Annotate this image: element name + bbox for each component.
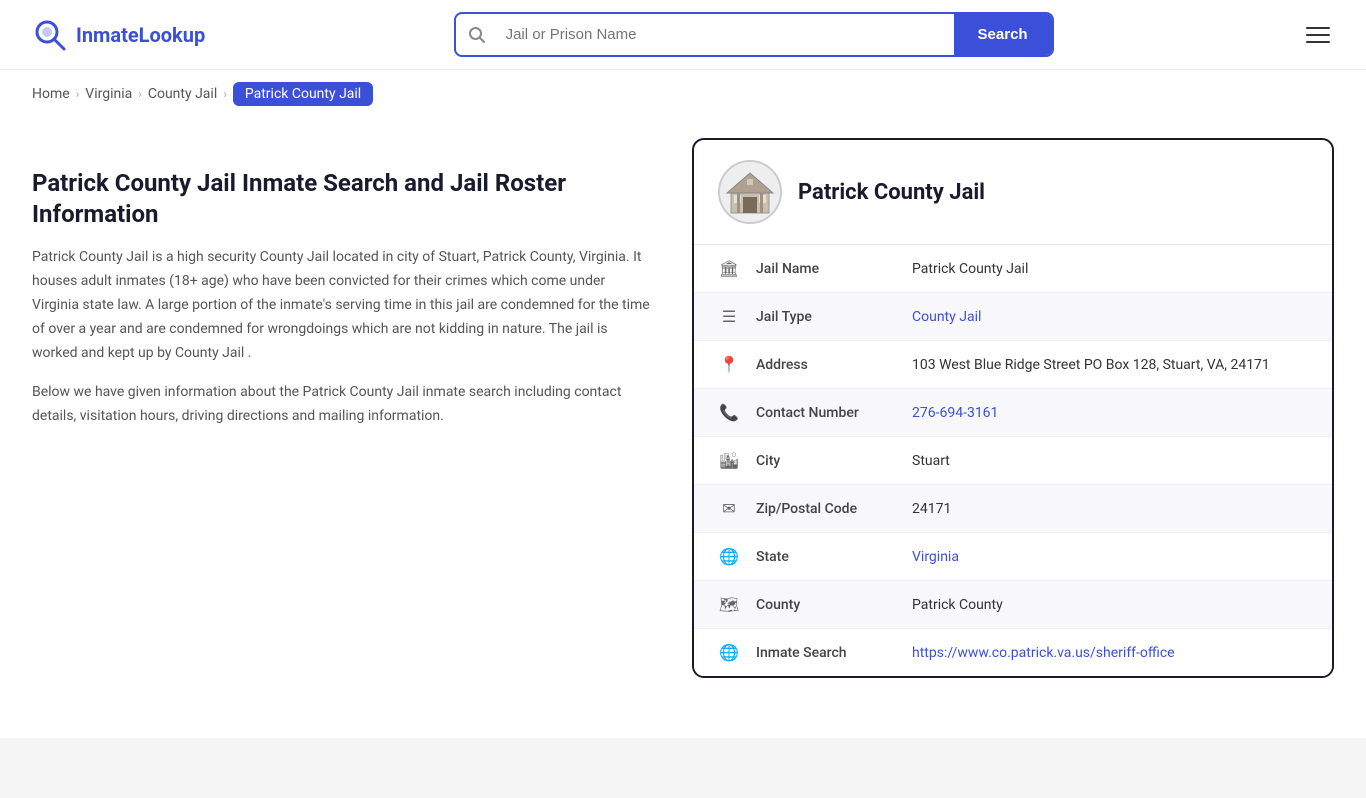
- address-label: Address: [756, 357, 896, 373]
- right-panel: Patrick County Jail 🏛 Jail Name Patrick …: [692, 138, 1334, 678]
- city-icon: 🏙: [718, 451, 740, 470]
- breadcrumb-current: Patrick County Jail: [233, 82, 373, 106]
- hamburger-line-2: [1306, 34, 1330, 36]
- search-wrapper: Search: [454, 12, 1054, 57]
- jail-type-icon: ☰: [718, 307, 740, 326]
- state-label: State: [756, 549, 896, 565]
- logo-icon: [32, 17, 68, 53]
- state-value: Virginia: [912, 549, 1308, 565]
- header: InmateLookup Search: [0, 0, 1366, 70]
- city-value: Stuart: [912, 453, 1308, 469]
- breadcrumb-sep-3: ›: [223, 87, 227, 101]
- jail-type-link[interactable]: County Jail: [912, 309, 981, 325]
- breadcrumb-home[interactable]: Home: [32, 86, 70, 102]
- address-icon: 📍: [718, 355, 740, 374]
- logo-text-lookup: Lookup: [139, 23, 206, 47]
- page-desc-1: Patrick County Jail is a high security C…: [32, 246, 652, 365]
- inmate-search-label: Inmate Search: [756, 645, 896, 661]
- logo-text-inmate: Inmate: [76, 23, 139, 47]
- phone-link[interactable]: 276-694-3161: [912, 405, 998, 421]
- info-card: Patrick County Jail 🏛 Jail Name Patrick …: [692, 138, 1334, 678]
- breadcrumb-county-jail[interactable]: County Jail: [148, 86, 217, 102]
- zip-icon: ✉: [718, 499, 740, 518]
- jail-name-value: Patrick County Jail: [912, 261, 1308, 277]
- header-search-area: Search: [454, 12, 1054, 57]
- county-label: County: [756, 597, 896, 613]
- building-icon: [723, 165, 777, 219]
- info-row-jail-type: ☰ Jail Type County Jail: [694, 293, 1332, 341]
- hamburger-line-1: [1306, 27, 1330, 29]
- breadcrumb: Home › Virginia › County Jail › Patrick …: [0, 70, 1366, 118]
- jail-name-label: Jail Name: [756, 261, 896, 277]
- card-jail-name: Patrick County Jail: [798, 180, 985, 205]
- card-header: Patrick County Jail: [694, 140, 1332, 245]
- page-title: Patrick County Jail Inmate Search and Ja…: [32, 168, 652, 230]
- logo-text: InmateLookup: [76, 23, 205, 47]
- info-row-state: 🌐 State Virginia: [694, 533, 1332, 581]
- left-panel: Patrick County Jail Inmate Search and Ja…: [32, 138, 652, 678]
- county-icon: 🗺: [718, 595, 740, 614]
- jail-avatar: [718, 160, 782, 224]
- jail-name-icon: 🏛: [718, 259, 740, 278]
- info-row-city: 🏙 City Stuart: [694, 437, 1332, 485]
- breadcrumb-sep-1: ›: [76, 87, 80, 101]
- city-label: City: [756, 453, 896, 469]
- jail-type-value: County Jail: [912, 309, 1308, 325]
- info-row-inmate-search: 🌐 Inmate Search https://www.co.patrick.v…: [694, 629, 1332, 676]
- inmate-search-link[interactable]: https://www.co.patrick.va.us/sheriff-off…: [912, 645, 1175, 661]
- inmate-search-icon: 🌐: [718, 643, 740, 662]
- info-row-address: 📍 Address 103 West Blue Ridge Street PO …: [694, 341, 1332, 389]
- hamburger-menu[interactable]: [1302, 23, 1334, 47]
- search-input[interactable]: [498, 16, 954, 53]
- zip-label: Zip/Postal Code: [756, 501, 896, 517]
- state-link[interactable]: Virginia: [912, 549, 959, 565]
- footer: [0, 738, 1366, 798]
- page-desc-2: Below we have given information about th…: [32, 381, 652, 429]
- logo-link[interactable]: InmateLookup: [32, 17, 205, 53]
- search-icon: [468, 26, 486, 44]
- address-value: 103 West Blue Ridge Street PO Box 128, S…: [912, 357, 1308, 373]
- contact-value: 276-694-3161: [912, 405, 1308, 421]
- hamburger-line-3: [1306, 41, 1330, 43]
- breadcrumb-virginia[interactable]: Virginia: [85, 86, 132, 102]
- breadcrumb-sep-2: ›: [138, 87, 142, 101]
- phone-icon: 📞: [718, 403, 740, 422]
- info-row-county: 🗺 County Patrick County: [694, 581, 1332, 629]
- search-button[interactable]: Search: [954, 14, 1052, 55]
- info-row-zip: ✉ Zip/Postal Code 24171: [694, 485, 1332, 533]
- contact-label: Contact Number: [756, 405, 896, 421]
- inmate-search-value: https://www.co.patrick.va.us/sheriff-off…: [912, 645, 1308, 661]
- zip-value: 24171: [912, 501, 1308, 517]
- info-row-contact: 📞 Contact Number 276-694-3161: [694, 389, 1332, 437]
- jail-type-label: Jail Type: [756, 309, 896, 325]
- county-value: Patrick County: [912, 597, 1308, 613]
- state-icon: 🌐: [718, 547, 740, 566]
- main-content: Patrick County Jail Inmate Search and Ja…: [0, 118, 1366, 718]
- search-icon-wrap: [456, 26, 498, 44]
- info-row-jail-name: 🏛 Jail Name Patrick County Jail: [694, 245, 1332, 293]
